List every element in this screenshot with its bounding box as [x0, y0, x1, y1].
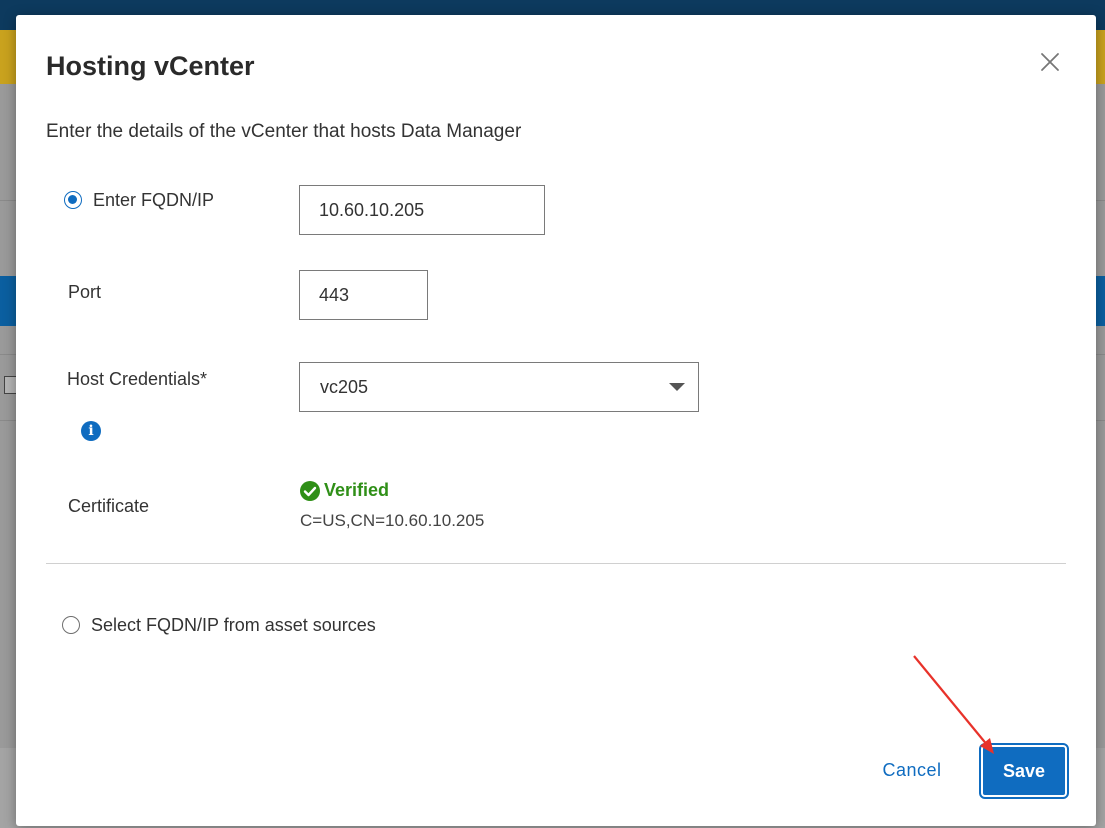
background-button: [0, 276, 16, 326]
close-button[interactable]: [1038, 50, 1062, 74]
fqdn-radio[interactable]: [64, 191, 82, 209]
chevron-down-icon: [669, 383, 685, 391]
host-credentials-value: vc205: [320, 377, 369, 397]
certificate-status: Verified: [324, 480, 390, 500]
fqdn-option-label: Enter FQDN/IP: [93, 190, 215, 210]
asset-sources-radio[interactable]: [62, 616, 80, 634]
hosting-vcenter-dialog: Hosting vCenter Enter the details of the…: [16, 15, 1096, 826]
dialog-subtitle: Enter the details of the vCenter that ho…: [46, 121, 522, 142]
port-label: Port: [68, 282, 102, 302]
host-credentials-select[interactable]: vc205: [299, 362, 699, 412]
dialog-title: Hosting vCenter: [46, 51, 255, 81]
fqdn-input[interactable]: [299, 185, 545, 235]
certificate-label: Certificate: [68, 496, 150, 516]
asset-sources-label: Select FQDN/IP from asset sources: [91, 615, 376, 635]
port-input[interactable]: [299, 270, 428, 320]
save-button[interactable]: Save: [979, 743, 1069, 799]
host-credentials-label: Host Credentials*: [67, 369, 208, 389]
cancel-button[interactable]: Cancel: [862, 745, 962, 795]
check-circle-icon: [300, 481, 320, 501]
section-divider: [46, 563, 1066, 564]
close-icon: [1041, 53, 1059, 71]
info-icon[interactable]: i: [81, 421, 101, 441]
certificate-value: C=US,CN=10.60.10.205: [300, 511, 485, 530]
